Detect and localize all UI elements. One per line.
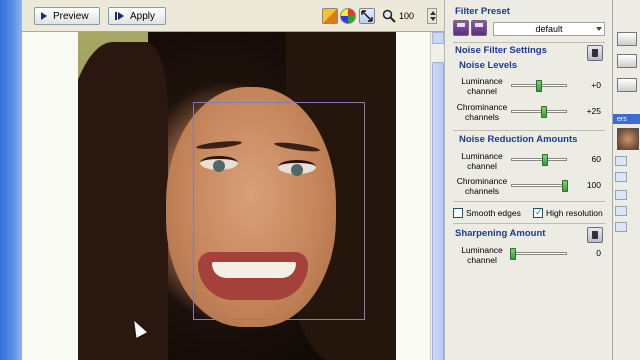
- step-icon: [115, 12, 124, 20]
- noise-chrominance-slider[interactable]: [511, 106, 567, 118]
- zoom-spinner[interactable]: [427, 8, 437, 24]
- chevron-down-icon: [596, 27, 602, 31]
- apply-button-label: Apply: [130, 10, 156, 22]
- fit-screen-icon[interactable]: [359, 8, 375, 24]
- sharpening-title: Sharpening Amount: [455, 228, 546, 239]
- reduction-luminance-slider[interactable]: [511, 154, 567, 166]
- color-wheel-icon[interactable]: [340, 8, 356, 24]
- preview-area[interactable]: [22, 32, 430, 360]
- sharpening-luminance-value: 0: [596, 248, 601, 258]
- divider: [453, 223, 605, 224]
- filter-preset-title: Filter Preset: [455, 6, 510, 17]
- preview-photo: [78, 32, 396, 360]
- left-blue-strip: [0, 0, 22, 360]
- side-tool-button[interactable]: [615, 190, 627, 200]
- magnifier-icon[interactable]: [382, 9, 396, 23]
- slider-handle[interactable]: [542, 154, 548, 166]
- divider: [453, 201, 605, 202]
- play-icon: [41, 12, 47, 20]
- apply-button[interactable]: Apply: [108, 7, 166, 25]
- noise-levels-title: Noise Levels: [459, 60, 518, 71]
- reduction-chrominance-label: Chrominance channels: [456, 176, 508, 196]
- side-tool-button[interactable]: [615, 172, 627, 182]
- layer-thumbnail[interactable]: [617, 128, 639, 150]
- tool-icon[interactable]: [617, 78, 637, 92]
- preset-dropdown[interactable]: default: [493, 22, 605, 36]
- zoom-level: 100: [399, 11, 415, 21]
- slider-handle[interactable]: [562, 180, 568, 192]
- host-app-panel: ers: [612, 0, 640, 360]
- load-preset-icon[interactable]: [471, 20, 487, 36]
- noise-chrominance-value: +25: [586, 106, 601, 116]
- tool-icon[interactable]: [617, 32, 637, 46]
- scroll-up-arrow-icon[interactable]: [432, 32, 444, 44]
- noise-luminance-slider[interactable]: [511, 80, 567, 92]
- selection-rectangle[interactable]: [193, 102, 365, 320]
- trash-icon[interactable]: [587, 227, 603, 243]
- reduction-chrominance-value: 100: [586, 180, 601, 190]
- preview-button[interactable]: Preview: [34, 7, 100, 25]
- smooth-edges-checkbox[interactable]: [453, 208, 463, 218]
- high-resolution-checkbox[interactable]: [533, 207, 543, 218]
- app-window: Preview Apply 100 Filter Preset default …: [0, 0, 640, 360]
- noise-chrominance-label: Chrominance channels: [456, 102, 508, 122]
- noise-luminance-label: Luminance channel: [461, 76, 503, 96]
- tool-icon[interactable]: [617, 54, 637, 68]
- side-tool-button[interactable]: [615, 156, 627, 166]
- layers-tab-label: ers: [617, 116, 627, 123]
- layers-icon[interactable]: [322, 8, 338, 24]
- scrollbar-thumb[interactable]: [432, 62, 444, 360]
- reduction-luminance-label: Luminance channel: [461, 151, 503, 171]
- slider-handle[interactable]: [510, 248, 516, 260]
- divider: [453, 130, 605, 131]
- side-tool-button[interactable]: [615, 206, 627, 216]
- preset-value: default: [535, 24, 563, 34]
- high-resolution-label: High resolution: [546, 208, 603, 218]
- preview-toolbar: Preview Apply 100: [22, 0, 444, 32]
- smooth-edges-label: Smooth edges: [466, 208, 521, 218]
- sharpening-luminance-label: Luminance channel: [461, 245, 503, 265]
- preview-scrollbar[interactable]: [430, 32, 444, 360]
- settings-panel: Filter Preset default Noise Filter Setti…: [444, 0, 612, 360]
- trash-icon[interactable]: [587, 45, 603, 61]
- slider-handle[interactable]: [541, 106, 547, 118]
- noise-luminance-value: +0: [591, 80, 601, 90]
- reduction-luminance-value: 60: [591, 154, 601, 164]
- preview-button-label: Preview: [53, 10, 89, 22]
- save-preset-icon[interactable]: [453, 20, 469, 36]
- side-tool-button[interactable]: [615, 222, 627, 232]
- divider: [453, 42, 605, 43]
- noise-filter-settings-title: Noise Filter Settings: [455, 45, 547, 56]
- sharpening-luminance-slider[interactable]: [510, 248, 567, 260]
- reduction-chrominance-slider[interactable]: [511, 180, 568, 192]
- noise-reduction-title: Noise Reduction Amounts: [459, 134, 578, 145]
- slider-handle[interactable]: [536, 80, 542, 92]
